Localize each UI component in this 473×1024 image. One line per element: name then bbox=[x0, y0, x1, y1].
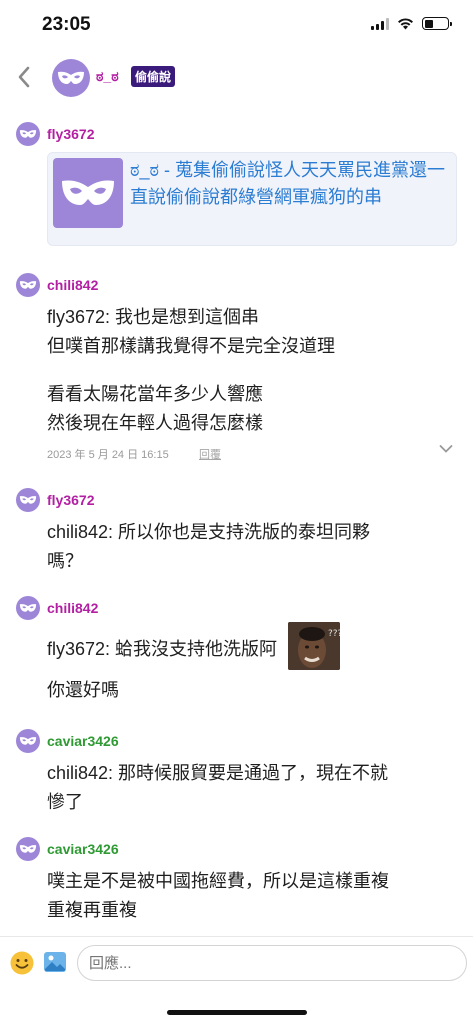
message-date: 2023 年 5 月 24 日 16:15 bbox=[47, 449, 169, 461]
message-body: chili842: 所以你也是支持洗版的泰坦同夥 嗎？ bbox=[47, 518, 449, 576]
battery-icon bbox=[422, 17, 452, 30]
mask-icon[interactable] bbox=[16, 273, 40, 297]
message-line: 你還好嗎 bbox=[47, 680, 119, 700]
link-thumbnail bbox=[53, 158, 123, 228]
mask-icon bbox=[58, 71, 84, 84]
author-name[interactable]: caviar3426 bbox=[47, 841, 119, 857]
link-card[interactable]: ಠ_ಠ - 蒐集偷偷說怪人天天罵民進黨還一直說偷偷說都綠營網軍瘋狗的串 bbox=[47, 152, 457, 246]
status-time: 23:05 bbox=[42, 14, 91, 35]
compose-bar bbox=[0, 936, 473, 990]
chevron-down-icon[interactable] bbox=[439, 444, 453, 454]
message-text: fly3672: 蛤我沒支持他洗版阿 bbox=[47, 638, 278, 659]
svg-text:???: ??? bbox=[328, 629, 340, 639]
chevron-left-icon bbox=[18, 66, 30, 88]
reply-input[interactable] bbox=[77, 945, 467, 981]
mask-icon[interactable] bbox=[16, 488, 40, 512]
link-card-text[interactable]: ಠ_ಠ - 蒐集偷偷說怪人天天罵民進黨還一直說偷偷說都綠營網軍瘋狗的串 bbox=[130, 157, 446, 211]
board-name[interactable]: ಠ_ಠ bbox=[96, 68, 119, 85]
message-line: 嗎？ bbox=[47, 551, 83, 571]
reply-link[interactable]: 回覆 bbox=[199, 446, 221, 462]
message-line: fly3672: 我也是想到這個串 bbox=[47, 307, 260, 327]
message-line: fly3672: 蛤我沒支持他洗版阿 ??? bbox=[47, 622, 449, 670]
author-name[interactable]: fly3672 bbox=[47, 492, 94, 508]
message-header: fly3672 bbox=[16, 488, 94, 512]
signal-icon bbox=[371, 17, 389, 30]
mask-icon[interactable] bbox=[16, 837, 40, 861]
mask-icon bbox=[62, 180, 114, 205]
message-line: 看看太陽花當年多少人響應 bbox=[47, 384, 263, 404]
message-line: 重複再重複 bbox=[47, 900, 137, 920]
message-body: chili842: 那時候服貿要是通過了，現在不就 慘了 bbox=[47, 759, 449, 817]
author-name[interactable]: fly3672 bbox=[47, 126, 94, 142]
emoji-icon[interactable] bbox=[9, 950, 35, 976]
message-header: fly3672 bbox=[16, 122, 94, 146]
mask-icon[interactable] bbox=[16, 122, 40, 146]
mask-icon[interactable] bbox=[16, 729, 40, 753]
message-body: 噗主是不是被中國拖經費，所以是這樣重複 重複再重複 bbox=[47, 867, 449, 925]
message-line: 但噗首那樣講我覺得不是完全沒道理 bbox=[47, 336, 335, 356]
battery-level bbox=[424, 19, 434, 28]
message-body: fly3672: 我也是想到這個串 但噗首那樣講我覺得不是完全沒道理 看看太陽花… bbox=[47, 303, 449, 438]
message-meta: 2023 年 5 月 24 日 16:15 回覆 bbox=[47, 444, 453, 462]
message-line: 噗主是不是被中國拖經費，所以是這樣重複 bbox=[47, 871, 389, 891]
author-name[interactable]: chili842 bbox=[47, 277, 98, 293]
mask-icon[interactable] bbox=[16, 596, 40, 620]
message-line: 然後現在年輕人過得怎麼樣 bbox=[47, 413, 263, 433]
header: ಠ_ಠ 偷偷說 bbox=[0, 56, 473, 100]
message-line bbox=[47, 361, 449, 380]
back-button[interactable] bbox=[12, 62, 36, 92]
confused-face-sticker[interactable]: ??? bbox=[288, 622, 341, 670]
message-line: chili842: 所以你也是支持洗版的泰坦同夥 bbox=[47, 522, 371, 542]
message-line: chili842: 那時候服貿要是通過了，現在不就 bbox=[47, 763, 389, 783]
status-icons bbox=[371, 17, 452, 30]
home-indicator bbox=[167, 1010, 307, 1015]
message-header: chili842 bbox=[16, 596, 98, 620]
author-name[interactable]: caviar3426 bbox=[47, 733, 119, 749]
message-header: caviar3426 bbox=[16, 837, 119, 861]
message-header: caviar3426 bbox=[16, 729, 119, 753]
board-avatar[interactable] bbox=[52, 59, 90, 97]
message-line: 慘了 bbox=[47, 792, 83, 812]
board-badge: 偷偷說 bbox=[131, 66, 176, 87]
status-bar: 23:05 bbox=[0, 0, 473, 54]
wifi-icon bbox=[398, 18, 413, 30]
message-body: fly3672: 蛤我沒支持他洗版阿 ??? 你還好嗎 bbox=[47, 622, 449, 705]
message-header: chili842 bbox=[16, 273, 98, 297]
author-name[interactable]: chili842 bbox=[47, 600, 98, 616]
image-icon[interactable] bbox=[43, 950, 67, 974]
